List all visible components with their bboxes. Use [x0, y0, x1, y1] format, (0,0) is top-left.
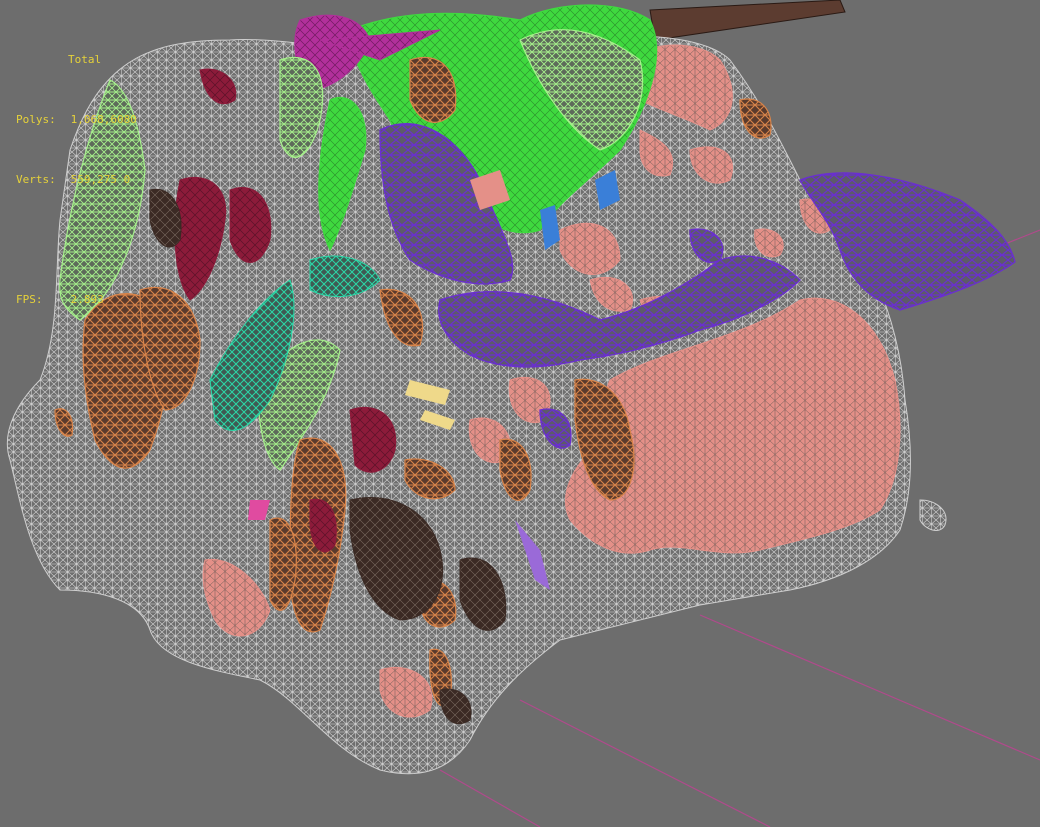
wooden-plank [649, 0, 846, 41]
fps-label: FPS: [16, 293, 43, 306]
polys-value: 1,068,6080 [70, 113, 137, 126]
verts-value: 559,275 0 [70, 173, 131, 186]
verts-row: Verts: 559,275 0 [16, 170, 137, 190]
polys-label: Polys: [16, 113, 56, 126]
wireframe-scene[interactable] [0, 0, 1040, 827]
3d-viewport[interactable]: Total Polys: 1,068,6080 Verts: 559,275 0… [0, 0, 1040, 827]
verts-label: Verts: [16, 173, 56, 186]
stats-title: Total [68, 53, 102, 66]
render-stats-overlay: Total Polys: 1,068,6080 Verts: 559,275 0… [16, 10, 137, 350]
polys-row: Polys: 1,068,6080 [16, 110, 137, 130]
fps-row: FPS: 2.893 [16, 290, 137, 310]
fps-value: 2.893 [70, 293, 104, 306]
